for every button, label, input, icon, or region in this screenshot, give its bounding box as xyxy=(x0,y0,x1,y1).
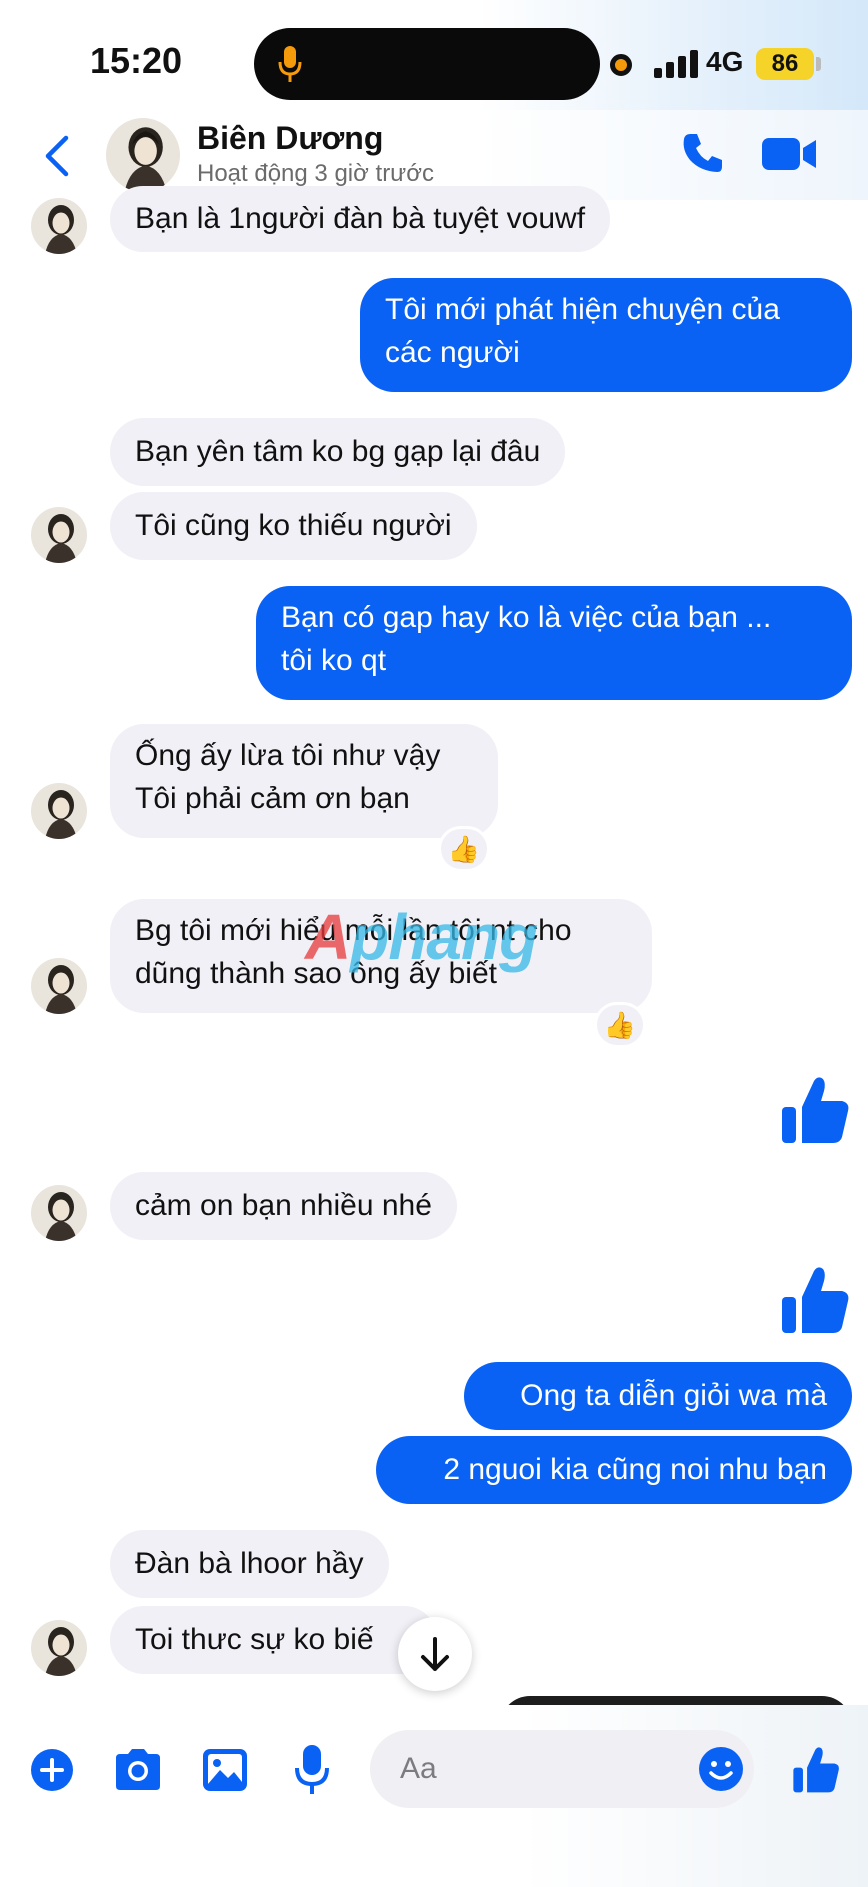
recording-dot-icon xyxy=(610,54,632,76)
arrow-down-icon xyxy=(421,1637,449,1671)
battery-icon: 86 xyxy=(756,48,814,80)
thumbs-up-send-icon[interactable] xyxy=(792,1744,840,1794)
status-time: 15:20 xyxy=(90,40,183,81)
plus-icon[interactable] xyxy=(30,1748,74,1792)
watermark-logo: Aphang xyxy=(305,900,538,974)
contact-avatar-small[interactable] xyxy=(31,1620,87,1676)
microphone-indicator-icon xyxy=(278,46,302,82)
incoming-message[interactable]: Ống ấy lừa tôi như vậy Tôi phải cảm ơn b… xyxy=(110,724,498,838)
contact-active-status: Hoạt động 3 giờ trước xyxy=(197,160,434,187)
video-call-icon[interactable] xyxy=(762,134,818,174)
incoming-message[interactable]: Bạn yên tâm ko bg gạp lại đâu xyxy=(110,418,566,486)
contact-name[interactable]: Biên Dương xyxy=(197,120,383,157)
gallery-image-icon[interactable] xyxy=(202,1748,248,1792)
watermark-part: phang xyxy=(350,901,538,973)
message-line: Tôi phải cảm ơn bạn xyxy=(135,782,410,815)
message-line: các người xyxy=(385,336,520,369)
contact-avatar-small[interactable] xyxy=(31,507,87,563)
watermark-part: A xyxy=(305,901,351,973)
contact-avatar-small[interactable] xyxy=(31,783,87,839)
dynamic-island xyxy=(254,28,600,100)
incoming-message[interactable]: cảm on bạn nhiều nhé xyxy=(110,1172,457,1240)
thumbs-up-sticker-icon[interactable] xyxy=(780,1073,850,1145)
message-line: Ống ấy lừa tôi như vậy xyxy=(135,739,441,772)
outgoing-message[interactable]: Bạn có gap hay ko là việc của bạn ... tô… xyxy=(256,586,852,700)
network-type: 4G xyxy=(706,46,744,77)
incoming-message[interactable]: Tôi cũng ko thiếu người xyxy=(110,492,477,560)
thumbs-up-reaction-icon[interactable]: 👍 xyxy=(438,826,490,872)
message-line: Tôi mới phát hiện chuyện của xyxy=(385,293,780,326)
microphone-icon[interactable] xyxy=(294,1744,330,1796)
message-line: tôi ko qt xyxy=(281,644,387,677)
contact-avatar-small[interactable] xyxy=(31,958,87,1014)
outgoing-message[interactable]: 2 nguoi kia cũng noi nhu bạn xyxy=(376,1436,852,1504)
outgoing-message[interactable]: Tôi mới phát hiện chuyện của các người xyxy=(360,278,852,392)
message-line: Bạn có gap hay ko là việc của bạn ... xyxy=(281,601,772,634)
incoming-message[interactable]: Bạn là 1người đàn bà tuyệt vouwf xyxy=(110,186,611,252)
phone-call-icon[interactable] xyxy=(680,130,726,176)
contact-avatar-small[interactable] xyxy=(31,1185,87,1241)
outgoing-message[interactable]: Ong ta diễn giỏi wa mà xyxy=(464,1362,852,1430)
back-chevron-icon[interactable] xyxy=(40,134,74,178)
signal-icon xyxy=(654,50,698,78)
contact-avatar[interactable] xyxy=(106,118,180,192)
thumbs-up-reaction-icon[interactable]: 👍 xyxy=(594,1002,646,1048)
battery-cap xyxy=(816,57,821,71)
emoji-icon[interactable] xyxy=(698,1746,744,1792)
incoming-message[interactable]: Toi thưc sự ko biế xyxy=(110,1606,438,1674)
camera-icon[interactable] xyxy=(112,1748,164,1792)
message-input[interactable] xyxy=(370,1730,754,1808)
scroll-to-bottom-button[interactable] xyxy=(398,1617,472,1691)
incoming-message[interactable]: Đàn bà lhoor hầy xyxy=(110,1530,389,1598)
contact-avatar-small[interactable] xyxy=(31,198,87,254)
thumbs-up-sticker-icon[interactable] xyxy=(780,1263,850,1335)
